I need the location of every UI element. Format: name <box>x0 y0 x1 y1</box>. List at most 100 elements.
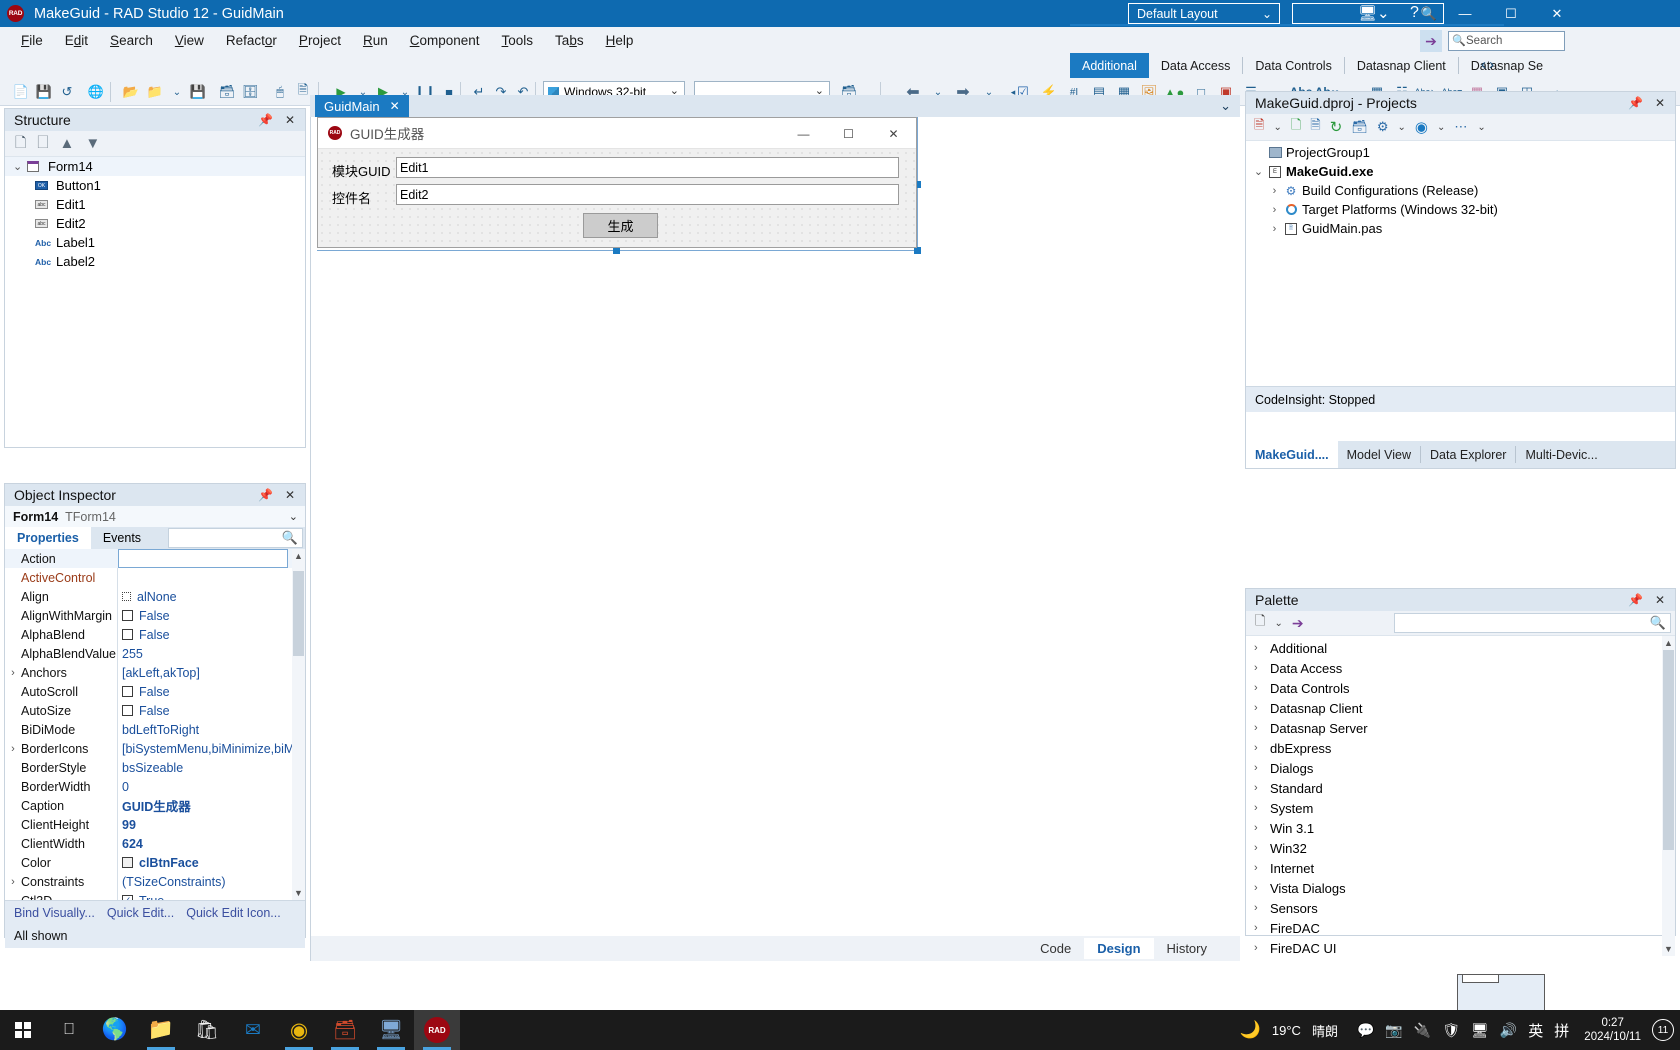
tab-design[interactable]: Design <box>1084 938 1154 959</box>
chevron-right-icon[interactable]: › <box>1254 682 1270 694</box>
property-row-alphablendvalue[interactable]: AlphaBlendValue 255 <box>5 644 305 663</box>
chevron-right-icon[interactable]: › <box>1489 56 1494 73</box>
structure-tree-item-edit1[interactable]: abc Edit1 <box>5 195 305 214</box>
scroll-down-icon[interactable]: ▼ <box>292 886 305 900</box>
menu-item-refactor[interactable]: Refactor <box>215 30 288 51</box>
taskbar-winrar[interactable]: 🗃 <box>322 1010 368 1050</box>
weather-temperature[interactable]: 19°C <box>1272 1023 1301 1038</box>
project-tree-item-build-configurations[interactable]: › ⚙ Build Configurations (Release) <box>1246 181 1675 200</box>
form-close-button[interactable]: ✕ <box>871 118 916 149</box>
menu-item-tabs[interactable]: Tabs <box>544 30 595 51</box>
expand-icon[interactable]: › <box>5 667 21 679</box>
refresh-icon[interactable]: ↺ <box>56 81 78 103</box>
chevron-right-icon[interactable]: › <box>1254 722 1270 734</box>
property-value-editor[interactable] <box>118 549 288 568</box>
quick-edit-link[interactable]: Quick Edit... <box>107 906 174 920</box>
chevron-down-icon[interactable]: ⌄ <box>1437 122 1445 133</box>
close-icon[interactable]: ✕ <box>279 113 301 127</box>
chevron-right-icon[interactable]: › <box>1254 862 1270 874</box>
scroll-up-icon[interactable]: ▲ <box>292 549 305 563</box>
tab-makeguid-projects[interactable]: MakeGuid.... <box>1246 441 1338 468</box>
property-row-autoscroll[interactable]: AutoScroll False <box>5 682 305 701</box>
move-down-icon[interactable]: ▼ <box>85 135 100 152</box>
chevron-left-icon[interactable]: ‹ <box>1481 56 1486 73</box>
toolbar-search-input[interactable]: 🔍 Search <box>1448 31 1565 51</box>
scrollbar-thumb[interactable] <box>293 571 304 656</box>
checkbox-checked-icon[interactable]: ✓ <box>122 895 133 900</box>
chevron-right-icon[interactable]: › <box>1254 662 1270 674</box>
project-options-icon[interactable]: ⚙ <box>1377 119 1389 135</box>
close-button[interactable]: ✕ <box>1534 0 1580 27</box>
tab-events[interactable]: Events <box>91 527 153 549</box>
checkbox-icon[interactable] <box>122 629 133 640</box>
chevron-right-icon[interactable]: › <box>1267 223 1282 235</box>
structure-tree-item-label2[interactable]: Abc Label2 <box>5 252 305 271</box>
bind-visually-link[interactable]: Bind Visually... <box>14 906 95 920</box>
chevron-right-icon[interactable]: › <box>1254 882 1270 894</box>
structure-tree-item-edit2[interactable]: abc Edit2 <box>5 214 305 233</box>
palette-category-system[interactable]: › System <box>1246 798 1675 818</box>
security-icon[interactable]: 🛡 <box>1442 1022 1460 1039</box>
chevron-right-icon[interactable]: › <box>1254 902 1270 914</box>
pointer-icon[interactable]: ➔ <box>1292 615 1304 632</box>
project-tree-item-projectgroup1[interactable]: ProjectGroup1 <box>1246 143 1675 162</box>
form-minimize-button[interactable]: — <box>781 118 826 149</box>
scroll-down-icon[interactable]: ▼ <box>1662 942 1675 956</box>
taskbar-chrome[interactable]: ◉ <box>276 1010 322 1050</box>
label-control-name[interactable]: 控件名 <box>332 188 371 207</box>
checkbox-icon[interactable] <box>122 705 133 716</box>
designed-form-window[interactable]: RAD GUID生成器 — ☐ ✕ 模块GUID Edit1 控件名 Edit2… <box>317 117 917 248</box>
object-selector[interactable]: Form14 TForm14 ⌄ <box>5 506 305 527</box>
structure-tree-item-button1[interactable]: OK Button1 <box>5 176 305 195</box>
save-icon[interactable]: 💾 <box>187 81 209 103</box>
close-icon[interactable]: ✕ <box>1649 593 1671 607</box>
project-tree-item-guidmain-pas[interactable]: › 🖹 GuidMain.pas <box>1246 219 1675 238</box>
menu-item-component[interactable]: Component <box>399 30 491 51</box>
taskbar-clock[interactable]: 0:27 2024/10/11 <box>1584 1016 1641 1044</box>
help-insight-icon[interactable]: 🌐 <box>85 81 107 103</box>
chevron-right-icon[interactable]: › <box>1254 942 1270 954</box>
chevron-right-icon[interactable]: › <box>1254 642 1270 654</box>
menu-item-search[interactable]: Search <box>99 30 164 51</box>
chevron-down-icon[interactable]: ⌄ <box>1274 618 1282 629</box>
tab-code[interactable]: Code <box>1027 938 1084 959</box>
taskbar-remote-desktop[interactable]: 🖥 <box>368 1010 414 1050</box>
palette-category-win31[interactable]: › Win 3.1 <box>1246 818 1675 838</box>
save-all-files-icon[interactable]: 🗃 <box>216 81 238 103</box>
chevron-right-icon[interactable]: › <box>1254 742 1270 754</box>
palette-category-dialogs[interactable]: › Dialogs <box>1246 758 1675 778</box>
chevron-right-icon[interactable]: › <box>1254 702 1270 714</box>
scroll-up-icon[interactable]: ▲ <box>1662 636 1675 650</box>
quick-edit-icon-link[interactable]: Quick Edit Icon... <box>186 906 280 920</box>
property-row-alphablend[interactable]: AlphaBlend False <box>5 625 305 644</box>
property-filter-input[interactable]: 🔍 <box>168 528 303 548</box>
close-icon[interactable]: ✕ <box>279 488 301 502</box>
property-row-clientwidth[interactable]: ClientWidth 624 <box>5 834 305 853</box>
palette-category-data-controls[interactable]: › Data Controls <box>1246 678 1675 698</box>
chevron-right-icon[interactable]: › <box>1254 922 1270 934</box>
menu-item-edit[interactable]: Edit <box>54 30 99 51</box>
palette-category-standard[interactable]: › Standard <box>1246 778 1675 798</box>
property-row-borderwidth[interactable]: BorderWidth 0 <box>5 777 305 796</box>
new-item-icon[interactable]: 🗋 <box>15 132 26 156</box>
palette-category-vista-dialogs[interactable]: › Vista Dialogs <box>1246 878 1675 898</box>
pin-icon[interactable]: 📌 <box>252 113 279 127</box>
pin-icon[interactable]: 📌 <box>1622 593 1649 607</box>
pin-icon[interactable]: 📌 <box>252 488 279 502</box>
chevron-down-icon[interactable]: ⌄ <box>1477 122 1485 133</box>
delete-item-icon[interactable]: 🗌 <box>37 132 48 156</box>
chevron-down-icon[interactable]: ⌄ <box>1273 122 1281 133</box>
build-icon[interactable]: 🗃 <box>1351 119 1368 135</box>
label-module-guid[interactable]: 模块GUID <box>332 161 391 180</box>
property-row-ctl3d[interactable]: Ctl3D ✓ True <box>5 891 305 900</box>
tab-properties[interactable]: Properties <box>5 527 91 549</box>
chevron-right-icon[interactable]: › <box>1254 782 1270 794</box>
tab-data-controls[interactable]: Data Controls <box>1243 53 1343 78</box>
palette-category-internet[interactable]: › Internet <box>1246 858 1675 878</box>
ime-language-indicator[interactable]: 英 <box>1528 1020 1543 1041</box>
add-file-icon[interactable]: 🗋 <box>1291 116 1301 138</box>
new-project-icon[interactable]: 🗎 <box>1254 116 1264 138</box>
maximize-button[interactable]: ☐ <box>1488 0 1534 27</box>
new-component-icon[interactable]: 🗋 <box>1255 612 1265 634</box>
open-project-icon[interactable]: 📁 <box>144 81 166 103</box>
